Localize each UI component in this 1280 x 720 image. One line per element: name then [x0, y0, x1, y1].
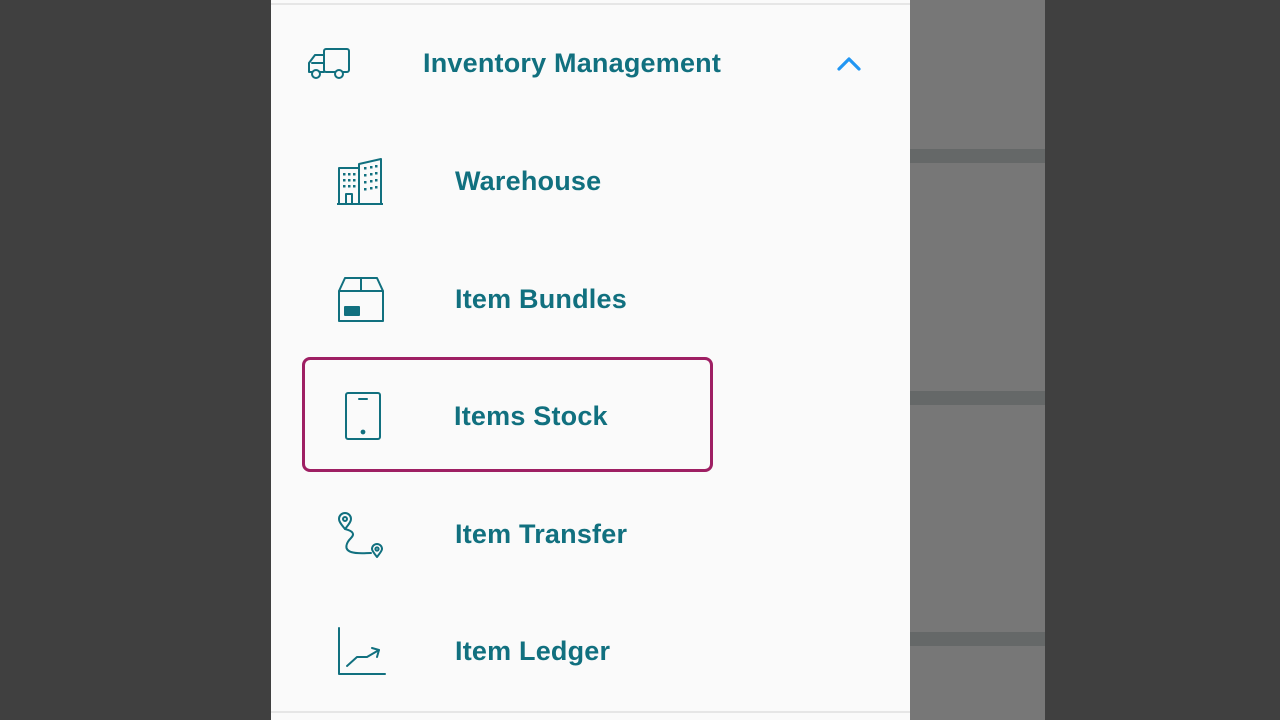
menu-item-label: Item Bundles	[455, 284, 627, 314]
background-divider	[910, 632, 1045, 646]
menu-item-item-ledger[interactable]: Item Ledger	[304, 596, 712, 708]
tablet-icon	[335, 390, 387, 442]
bottom-divider	[271, 711, 910, 713]
top-divider	[271, 3, 910, 5]
inventory-management-group-header[interactable]: Inventory Management	[271, 22, 910, 108]
menu-item-item-bundles[interactable]: Item Bundles	[304, 244, 712, 356]
menu-item-label: Item Transfer	[455, 519, 628, 549]
route-icon	[335, 509, 387, 561]
group-title: Inventory Management	[423, 48, 722, 78]
background-divider	[910, 149, 1045, 163]
buildings-icon	[335, 156, 387, 208]
menu-item-label: Item Ledger	[455, 636, 611, 666]
menu-item-warehouse[interactable]: Warehouse	[304, 126, 712, 238]
navigation-drawer: Inventory Management Warehouse Item Bund…	[271, 0, 910, 720]
trend-chart-icon	[335, 626, 387, 678]
menu-item-label: Warehouse	[455, 166, 602, 196]
menu-item-items-stock[interactable]: Items Stock	[302, 357, 713, 472]
background-divider	[910, 391, 1045, 405]
box-icon	[335, 274, 387, 326]
truck-icon	[306, 46, 352, 82]
menu-item-item-transfer[interactable]: Item Transfer	[304, 479, 712, 591]
chevron-up-icon[interactable]	[834, 52, 864, 76]
menu-item-label: Items Stock	[454, 401, 608, 431]
